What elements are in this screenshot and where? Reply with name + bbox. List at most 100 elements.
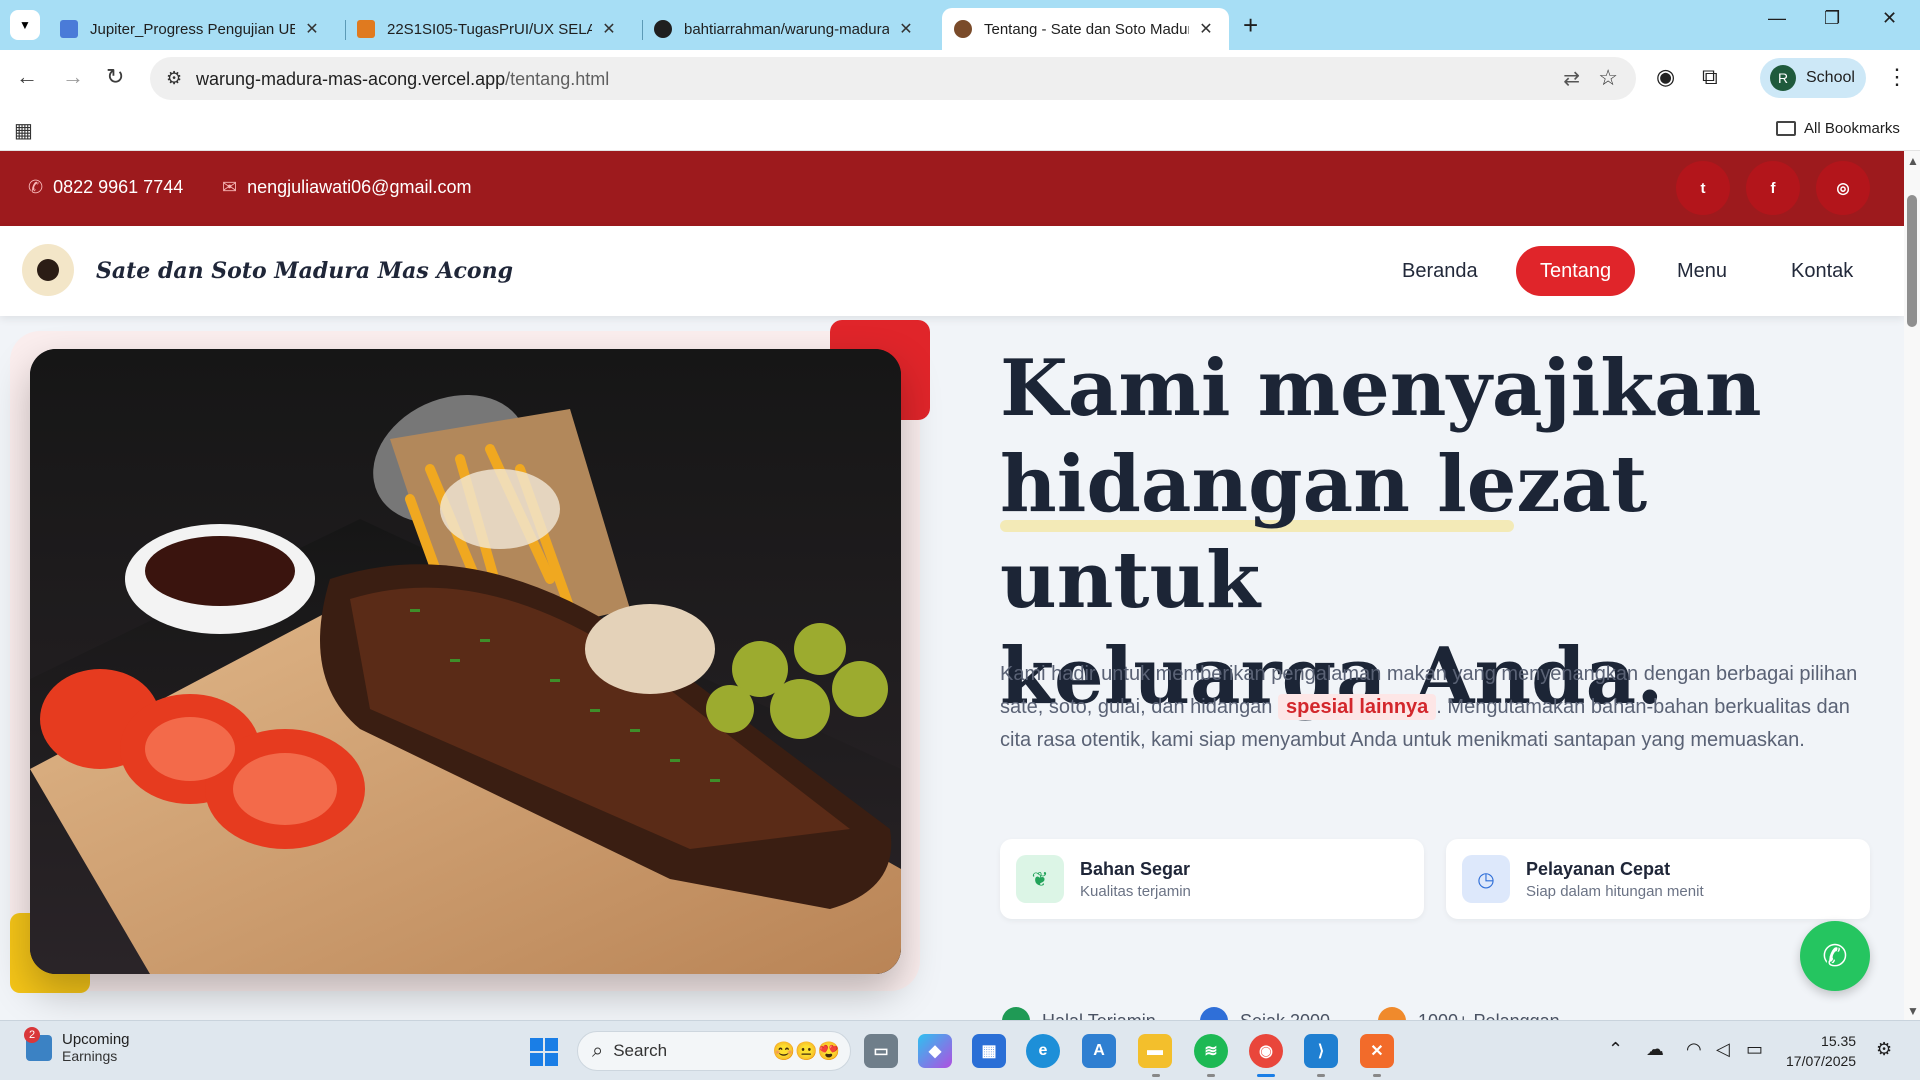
- badge-label: 1000+ Pelanggan: [1418, 1011, 1560, 1021]
- nav-kontak[interactable]: Kontak: [1791, 246, 1853, 296]
- notification-badge: 2: [24, 1026, 40, 1043]
- scrollbar-thumb[interactable]: [1907, 195, 1917, 327]
- tab-github[interactable]: bahtiarrahman/warung-madura ✕: [642, 8, 929, 50]
- tab-title: Jupiter_Progress Pengujian UEQ: [90, 20, 295, 38]
- all-bookmarks-button[interactable]: All Bookmarks: [1776, 120, 1900, 137]
- feature-subtitle: Siap dalam hitungan menit: [1526, 883, 1704, 900]
- onedrive-icon[interactable]: ☁: [1646, 1039, 1664, 1060]
- nav-beranda[interactable]: Beranda: [1402, 246, 1478, 296]
- instagram-icon[interactable]: ◎: [1816, 161, 1870, 215]
- tab-search-button[interactable]: ▼: [10, 10, 40, 40]
- task-view-icon[interactable]: ▭: [864, 1034, 898, 1068]
- close-icon[interactable]: ✕: [895, 19, 917, 39]
- widgets-button[interactable]: 2 Upcoming Earnings: [24, 1026, 130, 1064]
- tray-overflow-icon[interactable]: ⌃: [1608, 1039, 1623, 1060]
- taskbar-search[interactable]: ⌕ Search 😊😐😍: [577, 1031, 851, 1071]
- more-menu-icon[interactable]: ⋮: [1886, 64, 1908, 90]
- back-icon[interactable]: ←: [16, 64, 38, 90]
- stocks-icon: 2: [24, 1026, 52, 1061]
- url-host: warung-madura-mas-acong.vercel.app: [196, 69, 506, 89]
- edge-icon[interactable]: e: [1026, 1034, 1060, 1068]
- badge-customers: 1000+ Pelanggan: [1378, 1007, 1560, 1020]
- twitter-icon[interactable]: t: [1676, 161, 1730, 215]
- running-indicator: [1317, 1074, 1325, 1077]
- url-text[interactable]: warung-madura-mas-acong.vercel.app/tenta…: [196, 69, 609, 90]
- folder-icon: [1776, 121, 1796, 136]
- reload-icon[interactable]: ↻: [106, 64, 124, 90]
- azure-icon[interactable]: A: [1082, 1034, 1116, 1068]
- start-button[interactable]: [530, 1038, 558, 1066]
- email-contact[interactable]: ✉ nengjuliawati06@gmail.com: [222, 177, 471, 198]
- minimize-icon[interactable]: —: [1768, 8, 1786, 29]
- apps-grid-icon[interactable]: ▦: [14, 118, 33, 143]
- clock-icon: ◷: [1462, 855, 1510, 903]
- close-icon[interactable]: ✕: [1195, 19, 1217, 39]
- page-viewport: ✆ 0822 9961 7744 ✉ nengjuliawati06@gmail…: [0, 151, 1904, 1020]
- site-favicon-icon: [954, 20, 972, 38]
- badge-halal: Halal Terjamin: [1002, 1007, 1156, 1020]
- vscode-icon[interactable]: ⟩: [1304, 1034, 1338, 1068]
- nav-menu[interactable]: Menu: [1677, 246, 1727, 296]
- file-explorer-icon[interactable]: ▬: [1138, 1034, 1172, 1068]
- chevron-down-icon: ▼: [19, 18, 31, 32]
- search-label: Search: [613, 1041, 668, 1060]
- forward-icon[interactable]: →: [62, 64, 84, 90]
- battery-icon[interactable]: ▭: [1746, 1039, 1763, 1060]
- brand-name[interactable]: Sate dan Soto Madura Mas Acong: [96, 258, 513, 284]
- tab-tugas[interactable]: 22S1SI05-TugasPrUI/UX SELASA ✕: [345, 8, 632, 50]
- feature-title: Pelayanan Cepat: [1526, 859, 1671, 879]
- copilot-icon[interactable]: ◆: [918, 1034, 952, 1068]
- wifi-icon[interactable]: ◠: [1686, 1039, 1702, 1060]
- phone-contact[interactable]: ✆ 0822 9961 7744: [28, 177, 183, 198]
- about-paragraph: Kami hadir untuk memberikan pengalaman m…: [1000, 658, 1880, 757]
- tab-title: 22S1SI05-TugasPrUI/UX SELASA: [387, 20, 592, 38]
- notification-icon[interactable]: ⚙: [1876, 1039, 1892, 1060]
- github-icon: [654, 20, 672, 38]
- main-navbar: Sate dan Soto Madura Mas Acong Beranda T…: [0, 226, 1904, 316]
- badge-since: Sejak 2000: [1200, 1007, 1330, 1020]
- classroom-icon: [357, 20, 375, 38]
- address-bar[interactable]: ⚙ warung-madura-mas-acong.vercel.app/ten…: [150, 57, 1636, 100]
- windows-taskbar: 2 Upcoming Earnings ⌕ Search 😊😐😍 ▭ ◆ ▦ e…: [0, 1020, 1920, 1080]
- mail-icon: ✉: [222, 177, 238, 197]
- phone-number: 0822 9961 7744: [53, 177, 184, 197]
- whatsapp-button[interactable]: ✆: [1800, 921, 1870, 991]
- nav-tentang[interactable]: Tentang: [1516, 246, 1636, 296]
- location-icon: [1200, 1007, 1228, 1020]
- active-indicator: [1257, 1074, 1275, 1077]
- site-info-icon[interactable]: ⚙: [166, 68, 182, 89]
- url-path: /tentang.html: [505, 69, 610, 89]
- tab-title: Tentang - Sate dan Soto Madura: [984, 20, 1189, 38]
- close-icon[interactable]: ✕: [301, 19, 323, 39]
- running-indicator: [1373, 1074, 1381, 1077]
- docs-icon: [60, 20, 78, 38]
- spotify-icon[interactable]: ≋: [1194, 1034, 1228, 1068]
- site-logo[interactable]: [22, 244, 74, 296]
- puzzle-icon[interactable]: ⧉: [1702, 64, 1718, 90]
- shield-icon: [1002, 1007, 1030, 1020]
- leaf-icon: ❦: [1016, 855, 1064, 903]
- scroll-up-icon[interactable]: ▲: [1907, 154, 1919, 168]
- restore-icon[interactable]: ❐: [1824, 8, 1840, 29]
- tab-jupiter[interactable]: Jupiter_Progress Pengujian UEQ ✕: [48, 8, 335, 50]
- page-scrollbar[interactable]: ▲ ▼: [1904, 151, 1920, 1020]
- window-close-icon[interactable]: ✕: [1882, 8, 1897, 29]
- facebook-icon[interactable]: f: [1746, 161, 1800, 215]
- volume-icon[interactable]: ◁: [1716, 1039, 1730, 1060]
- bookmark-star-icon[interactable]: ☆: [1598, 65, 1618, 91]
- store-icon[interactable]: ▦: [972, 1034, 1006, 1068]
- new-tab-button[interactable]: +: [1243, 10, 1258, 41]
- profile-button[interactable]: R School: [1760, 58, 1866, 98]
- headline-line-1: Kami menyajikan: [1000, 343, 1762, 434]
- translate-icon[interactable]: ⇄: [1563, 66, 1580, 91]
- tab-tentang[interactable]: Tentang - Sate dan Soto Madura ✕: [942, 8, 1229, 50]
- system-clock[interactable]: 15.35 17/07/2025: [1786, 1031, 1856, 1071]
- close-icon[interactable]: ✕: [598, 19, 620, 39]
- extension-icon[interactable]: ◉: [1656, 64, 1675, 90]
- avatar: R: [1770, 65, 1796, 91]
- scroll-down-icon[interactable]: ▼: [1907, 1004, 1919, 1018]
- hero-food-image: [30, 349, 901, 974]
- xampp-icon[interactable]: ✕: [1360, 1034, 1394, 1068]
- chrome-icon[interactable]: ◉: [1249, 1034, 1283, 1068]
- tab-title: bahtiarrahman/warung-madura: [684, 20, 889, 38]
